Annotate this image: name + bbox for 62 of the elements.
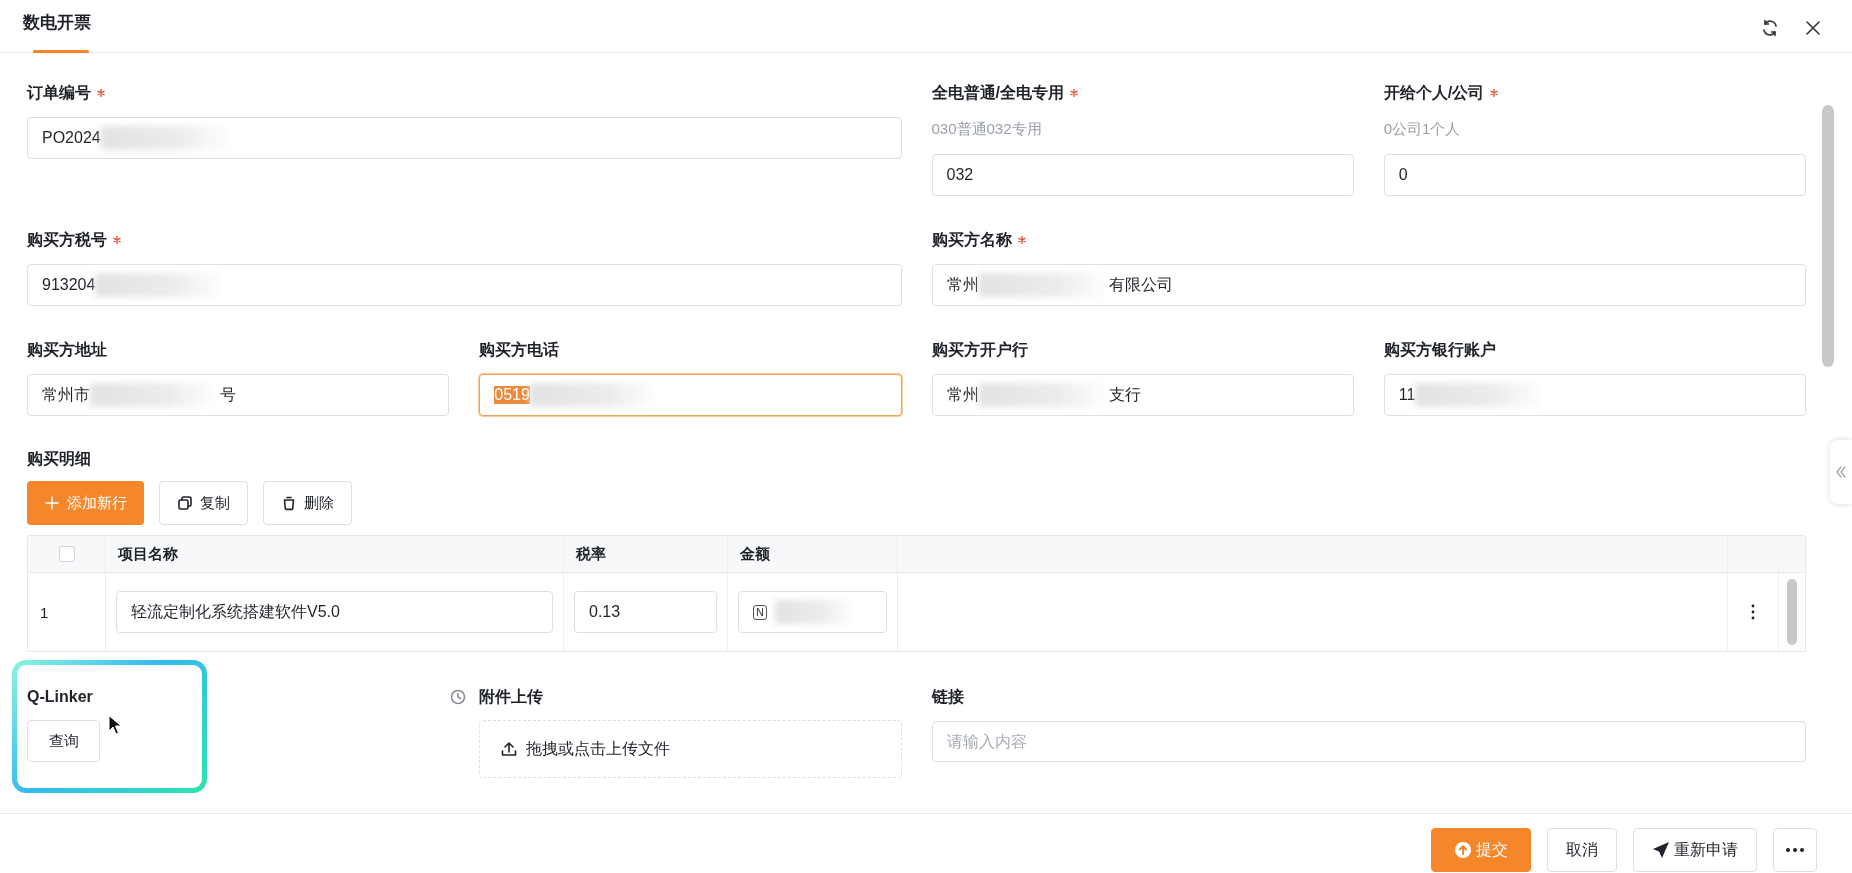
cursor-icon: [108, 715, 122, 735]
field-label: 订单编号: [27, 83, 91, 103]
required-icon: [1490, 89, 1499, 97]
toolbar-button[interactable]: 删除: [263, 481, 352, 525]
field-label: Q-Linker: [27, 687, 93, 707]
refresh-icon[interactable]: [1760, 18, 1780, 38]
field-label: 购买方税号: [27, 230, 107, 250]
send-icon: [1652, 841, 1670, 859]
input-field[interactable]: 常州 有限公司: [931, 264, 1806, 306]
toolbar-button[interactable]: 复制: [159, 481, 248, 525]
clock-icon: [450, 689, 467, 705]
copy-icon: [177, 495, 193, 511]
field-label: 全电普通/全电专用: [931, 83, 1064, 103]
field-label: 购买方地址: [27, 340, 107, 360]
required-icon: [1017, 236, 1026, 244]
scrollbar[interactable]: [1787, 579, 1797, 645]
input-field[interactable]: 轻流定制化系统搭建软件V5.0: [116, 591, 553, 633]
input-field[interactable]: 常州 支行: [931, 374, 1354, 416]
column-header: 税率: [564, 536, 728, 573]
field-label: 购买方银行账户: [1383, 340, 1496, 360]
side-panel-toggle[interactable]: [1830, 440, 1852, 504]
collapse-icon: [1835, 465, 1847, 479]
field-label: 购买方电话: [479, 340, 560, 360]
column-header: 金额: [728, 536, 898, 573]
input-field[interactable]: 032: [931, 154, 1354, 196]
more-button[interactable]: [1773, 828, 1817, 872]
upload-icon: [500, 740, 519, 758]
input-field[interactable]: 请输入内容: [931, 721, 1806, 762]
section-title: 购买明细: [27, 449, 91, 469]
field-label: 链接: [931, 687, 964, 707]
input-field[interactable]: PO2024: [27, 117, 902, 159]
more-icon: [1785, 847, 1805, 853]
input-field[interactable]: 常州市 号: [27, 374, 450, 416]
field-label: 开给个人/公司: [1383, 83, 1485, 103]
scrollbar[interactable]: [1822, 105, 1834, 367]
required-icon: [113, 236, 121, 244]
close-icon[interactable]: [1804, 19, 1822, 37]
checkbox[interactable]: [58, 546, 75, 562]
field-label: 购买方名称: [931, 230, 1012, 250]
cancel-button[interactable]: 取消: [1547, 828, 1617, 872]
field-hint: 030普通032专用: [931, 119, 1043, 139]
trash-icon: [281, 495, 297, 511]
number-prefix: N: [753, 604, 767, 620]
plus-icon: [44, 495, 60, 511]
field-hint: 0公司1个人: [1383, 119, 1462, 139]
resubmit-button[interactable]: 重新申请: [1633, 828, 1757, 872]
more-icon[interactable]: [1750, 603, 1756, 621]
input-field[interactable]: N: [738, 591, 887, 633]
tab[interactable]: 数电开票: [23, 0, 91, 52]
input-field[interactable]: 913204: [27, 264, 902, 306]
input-field[interactable]: 0: [1383, 154, 1806, 196]
input-field[interactable]: 0.13: [574, 591, 717, 633]
required-icon: [97, 89, 105, 97]
column-header: 项目名称: [106, 536, 564, 573]
field-label: 购买方开户行: [931, 340, 1028, 360]
upload-area[interactable]: 拖拽或点击上传文件: [479, 720, 902, 778]
field-label: 附件上传: [479, 687, 544, 707]
row-number: 1: [40, 603, 49, 621]
required-icon: [1069, 89, 1078, 97]
input-field[interactable]: 11: [1383, 374, 1806, 416]
upload-circle-icon: [1454, 841, 1472, 859]
query-button[interactable]: 查询: [27, 720, 100, 762]
